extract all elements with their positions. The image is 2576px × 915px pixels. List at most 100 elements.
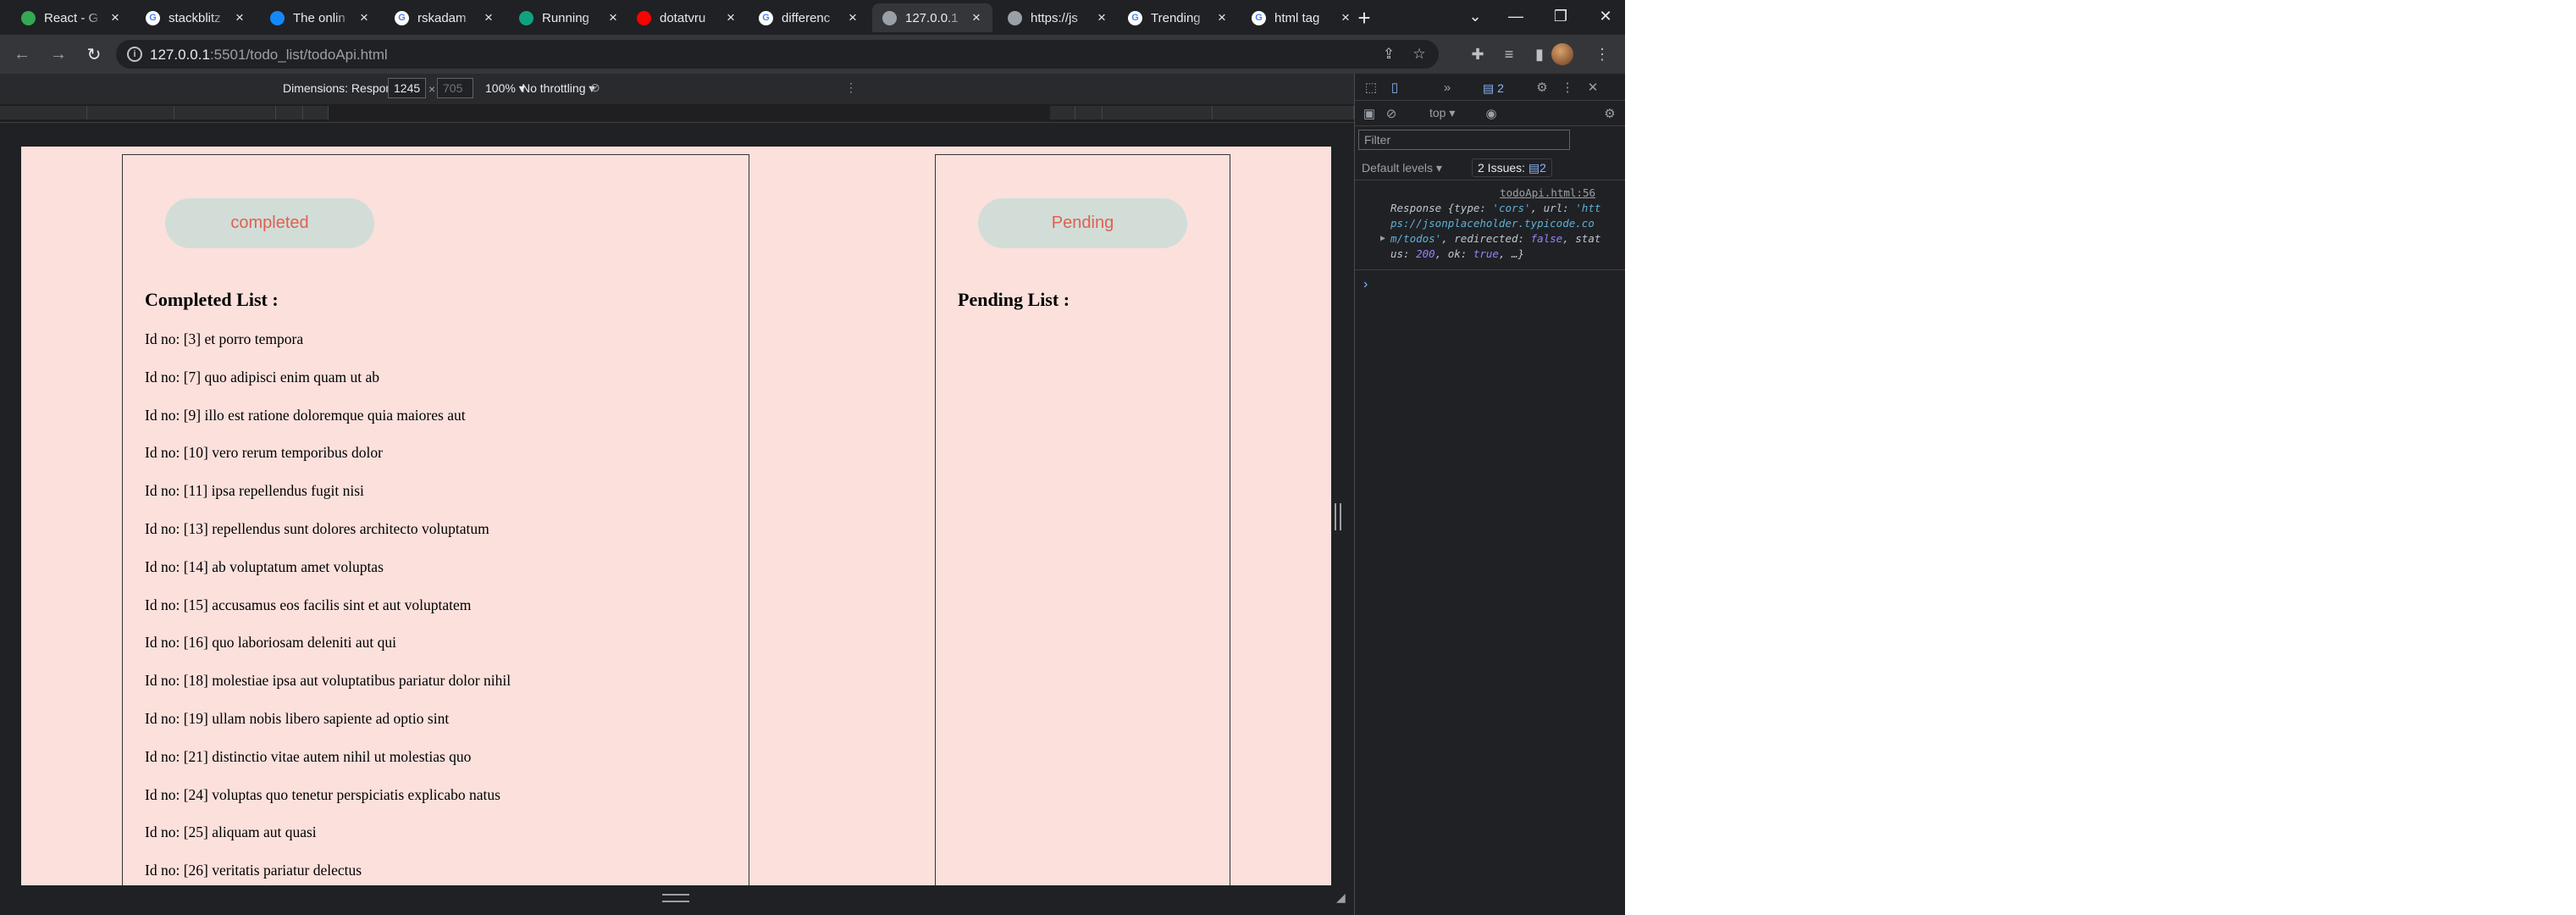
address-bar[interactable]: i 127.0.0.1:5501/todo_list/todoApi.html … — [116, 40, 1439, 69]
reload-icon: ↻ — [86, 45, 102, 64]
issues-button[interactable]: 2 Issues: ▤2 — [1472, 158, 1552, 177]
google-icon: G — [1128, 10, 1142, 25]
completed-list-title: Completed List : — [145, 289, 279, 310]
close-icon[interactable]: × — [108, 9, 123, 26]
tab-4[interactable]: Running × — [509, 3, 629, 32]
zoom-dropdown[interactable]: 100% ▾ — [485, 81, 525, 96]
close-icon[interactable]: × — [481, 9, 496, 26]
close-icon[interactable]: × — [605, 9, 621, 26]
console-filter-input[interactable]: Filter — [1358, 130, 1570, 150]
media-query-segment[interactable] — [87, 106, 174, 119]
tab-1[interactable]: Gstackblitz × — [135, 3, 256, 32]
close-devtools-icon[interactable]: ✕ — [1584, 78, 1602, 97]
list-item: Id no: [15] accusamus eos facilis sint e… — [145, 596, 472, 613]
more-tabs-icon[interactable]: » — [1438, 78, 1457, 97]
extensions-icon[interactable]: ✚ — [1468, 44, 1488, 64]
completed-button[interactable]: completed — [165, 198, 374, 248]
close-icon[interactable]: × — [969, 9, 984, 26]
pending-button[interactable]: Pending — [978, 198, 1187, 248]
tab-0[interactable]: React - G × — [11, 3, 131, 32]
inspect-element-icon[interactable]: ⬚ — [1362, 78, 1380, 97]
height-input[interactable]: 705 — [437, 78, 473, 98]
page-viewport: completed Completed List : Id no: [3] et… — [21, 147, 1331, 885]
tab-6[interactable]: Gdifferenc × — [749, 3, 869, 32]
live-expression-eye-icon[interactable]: ◉ — [1482, 104, 1501, 123]
back-button[interactable]: ← — [10, 42, 34, 66]
url-text[interactable]: 127.0.0.1:5501/todo_list/todoApi.html — [150, 47, 388, 64]
tab-3[interactable]: Grskadam × — [384, 3, 505, 32]
list-item: Id no: [18] molestiae ipsa aut voluptati… — [145, 672, 511, 690]
message-source-link[interactable]: todoApi.html:56 — [1500, 186, 1595, 201]
media-query-segment[interactable] — [1075, 106, 1103, 119]
media-query-bar[interactable] — [0, 104, 1354, 123]
restore-button[interactable]: ❐ — [1535, 0, 1586, 32]
tab-5[interactable]: dotatvru × — [627, 3, 747, 32]
reload-button[interactable]: ↻ — [82, 42, 106, 66]
kebab-menu-icon[interactable]: ⋮ — [1592, 44, 1612, 64]
tab-10[interactable]: Ghtml tag × — [1241, 3, 1362, 32]
console-prompt[interactable]: › — [1363, 277, 1368, 292]
issues-count: 2 — [1497, 81, 1504, 95]
throttling-dropdown[interactable]: No throttling ▾ — [522, 81, 594, 96]
minimize-button[interactable]: — — [1490, 0, 1541, 32]
device-options-icon[interactable]: ⋮ — [845, 80, 857, 95]
url-host: 127.0.0.1 — [150, 47, 210, 63]
close-icon[interactable]: × — [845, 9, 860, 26]
tab-2[interactable]: The onlin × — [260, 3, 380, 32]
media-query-segment[interactable] — [1050, 106, 1075, 119]
issues-label: 2 Issues: — [1478, 161, 1526, 175]
viewport-corner-resize-handle[interactable]: ◢ — [1336, 890, 1350, 904]
width-input[interactable]: 1245 — [388, 78, 426, 98]
new-tab-button[interactable]: + — [1352, 7, 1376, 30]
device-toggle-icon[interactable]: ▯ — [1385, 78, 1404, 97]
settings-gear-icon[interactable]: ⚙ — [1533, 78, 1551, 97]
minimize-icon: — — [1508, 7, 1523, 25]
tab-9[interactable]: G Trending × — [1118, 3, 1238, 32]
sidebar-toggle-icon[interactable]: ▣ — [1360, 104, 1379, 123]
console-toolbar: ▣ ⊘ top ▾ ◉ ⚙ — [1355, 101, 1625, 126]
close-icon[interactable]: × — [1214, 9, 1230, 26]
close-icon[interactable]: × — [1094, 9, 1109, 26]
media-controls-icon[interactable]: ≡ — [1499, 44, 1519, 64]
media-query-segment[interactable] — [1213, 106, 1354, 119]
completed-list: Id no: [3] et porro tempora Id no: [7] qu… — [145, 330, 511, 885]
share-icon[interactable]: ⇪ — [1379, 45, 1398, 64]
google-icon: G — [759, 10, 773, 25]
list-item: Id no: [10] vero rerum temporibus dolor — [145, 444, 383, 462]
close-icon[interactable]: × — [232, 9, 247, 26]
devtools-menu-icon[interactable]: ⋮ — [1558, 78, 1577, 97]
tab-label: Trending — [1151, 10, 1201, 25]
media-query-segment[interactable] — [0, 106, 87, 119]
tab-7[interactable]: 127.0.0.1 × — [872, 3, 992, 32]
close-icon[interactable]: × — [1338, 9, 1353, 26]
tab-8[interactable]: https://js × — [998, 3, 1118, 32]
profile-avatar[interactable] — [1551, 43, 1573, 65]
tab-label: differenc — [782, 10, 831, 25]
close-icon[interactable]: × — [357, 9, 372, 26]
response-object[interactable]: Response {type: 'cors', url: 'https://js… — [1390, 201, 1602, 262]
rotate-icon[interactable]: ⊘ — [590, 80, 600, 95]
console-log-entry[interactable]: todoApi.html:56 Response {type: 'cors', … — [1355, 184, 1625, 270]
context-select[interactable]: top ▾ — [1429, 106, 1455, 120]
console-settings-gear-icon[interactable]: ⚙ — [1600, 104, 1619, 123]
viewport-width-resize-handle[interactable] — [1335, 503, 1341, 530]
issues-counter[interactable]: ▤ 2 — [1478, 79, 1509, 97]
bookmark-star-icon[interactable]: ☆ — [1410, 45, 1429, 64]
media-query-segment[interactable] — [276, 106, 303, 119]
clear-console-icon[interactable]: ⊘ — [1382, 104, 1401, 123]
viewport-height-resize-handle[interactable] — [662, 894, 689, 902]
expand-triangle-icon[interactable]: ▶ — [1380, 231, 1385, 247]
media-query-segment[interactable] — [174, 106, 276, 119]
emulation-stage: completed Completed List : Id no: [3] et… — [0, 123, 1354, 915]
media-query-segment[interactable] — [303, 106, 329, 119]
log-levels-dropdown[interactable]: Default levels ▾ — [1362, 161, 1442, 175]
google-drive-icon — [21, 10, 36, 25]
close-icon[interactable]: × — [723, 9, 738, 26]
forward-button[interactable]: → — [47, 42, 70, 66]
close-window-button[interactable]: ✕ — [1580, 0, 1625, 32]
side-panel-icon[interactable]: ▮ — [1529, 44, 1550, 64]
tab-label: html tag — [1274, 10, 1320, 25]
info-icon[interactable]: i — [127, 47, 142, 62]
times-sign: × — [428, 82, 436, 96]
media-query-segment[interactable] — [1103, 106, 1213, 119]
